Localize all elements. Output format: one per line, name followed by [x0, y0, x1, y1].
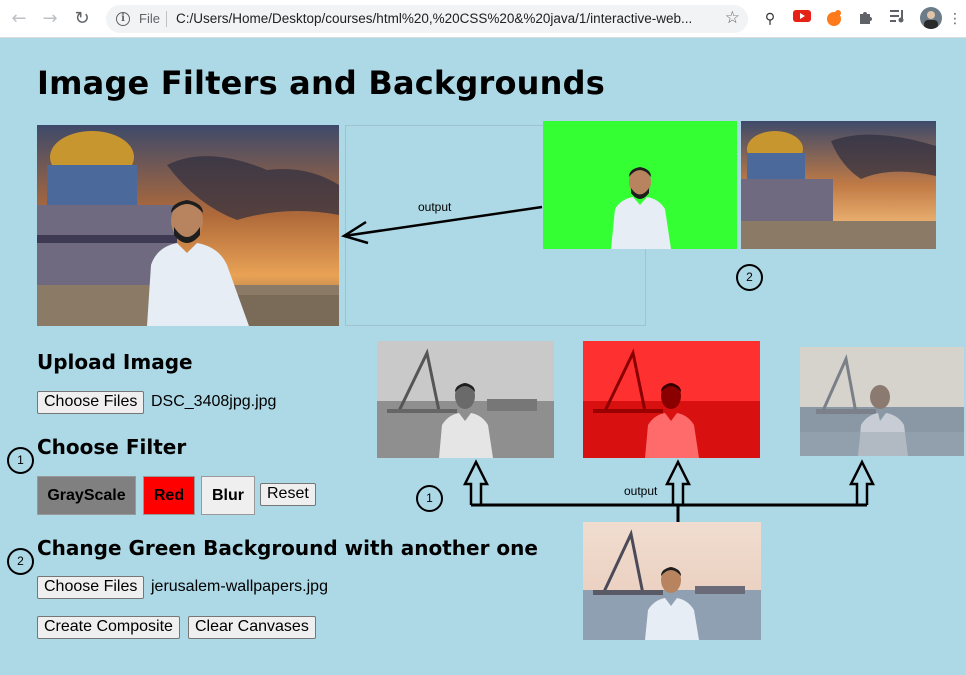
extension-icon[interactable] — [824, 9, 844, 29]
grayscale-output-image — [377, 341, 554, 458]
reset-button[interactable]: Reset — [260, 483, 316, 506]
output-label-top: output — [418, 200, 452, 214]
media-control-icon[interactable] — [888, 9, 908, 29]
background-image — [741, 121, 936, 249]
upload-heading: Upload Image — [37, 350, 193, 374]
bookmark-star-icon[interactable]: ☆ — [725, 8, 740, 28]
back-arrow-icon[interactable]: ← — [8, 8, 30, 30]
url-text[interactable]: C:/Users/Home/Desktop/courses/html%20,%2… — [176, 11, 716, 26]
composite-canvas — [37, 125, 339, 326]
up-arrow-grayscale — [462, 459, 490, 505]
green-screen-image — [543, 121, 737, 249]
up-arrow-blur — [848, 459, 876, 505]
blur-button[interactable]: Blur — [201, 476, 255, 515]
youtube-extension-icon[interactable] — [792, 9, 812, 29]
source-image — [583, 522, 761, 640]
upload-file-name: DSC_3408jpg.jpg — [151, 393, 277, 410]
browser-toolbar: ← → ↻ i File C:/Users/Home/Desktop/cours… — [0, 0, 966, 38]
background-heading: Change Green Background with another one — [37, 536, 538, 560]
red-button[interactable]: Red — [143, 476, 195, 515]
url-separator — [166, 11, 167, 27]
url-scheme: File — [139, 11, 160, 26]
puzzle-extensions-icon[interactable] — [856, 9, 876, 29]
background-file-name: jerusalem-wallpapers.jpg — [151, 578, 328, 595]
menu-kebab-icon[interactable]: ⋮ — [948, 9, 962, 29]
marker-1-left: 1 — [7, 447, 34, 474]
page-title: Image Filters and Backgrounds — [37, 64, 606, 102]
info-icon[interactable]: i — [116, 12, 130, 26]
marker-1-right: 1 — [416, 485, 443, 512]
create-composite-button[interactable]: Create Composite — [37, 616, 180, 639]
forward-arrow-icon[interactable]: → — [39, 8, 61, 30]
profile-avatar[interactable] — [920, 7, 942, 29]
key-icon[interactable]: ⚲ — [760, 9, 780, 29]
clear-canvases-button[interactable]: Clear Canvases — [188, 616, 316, 639]
grayscale-button[interactable]: GrayScale — [37, 476, 136, 515]
address-bar[interactable]: i File C:/Users/Home/Desktop/courses/htm… — [106, 5, 748, 33]
red-output-image — [583, 341, 760, 458]
marker-2-left: 2 — [7, 548, 34, 575]
background-choose-files-button[interactable]: Choose Files — [37, 576, 145, 599]
marker-2-right: 2 — [736, 264, 763, 291]
upload-choose-files-button[interactable]: Choose Files — [37, 391, 145, 414]
output-label-bottom: output — [624, 484, 658, 498]
reload-icon[interactable]: ↻ — [71, 8, 93, 30]
blur-output-image — [800, 347, 964, 456]
up-arrow-red — [664, 459, 692, 505]
filter-heading: Choose Filter — [37, 435, 187, 459]
